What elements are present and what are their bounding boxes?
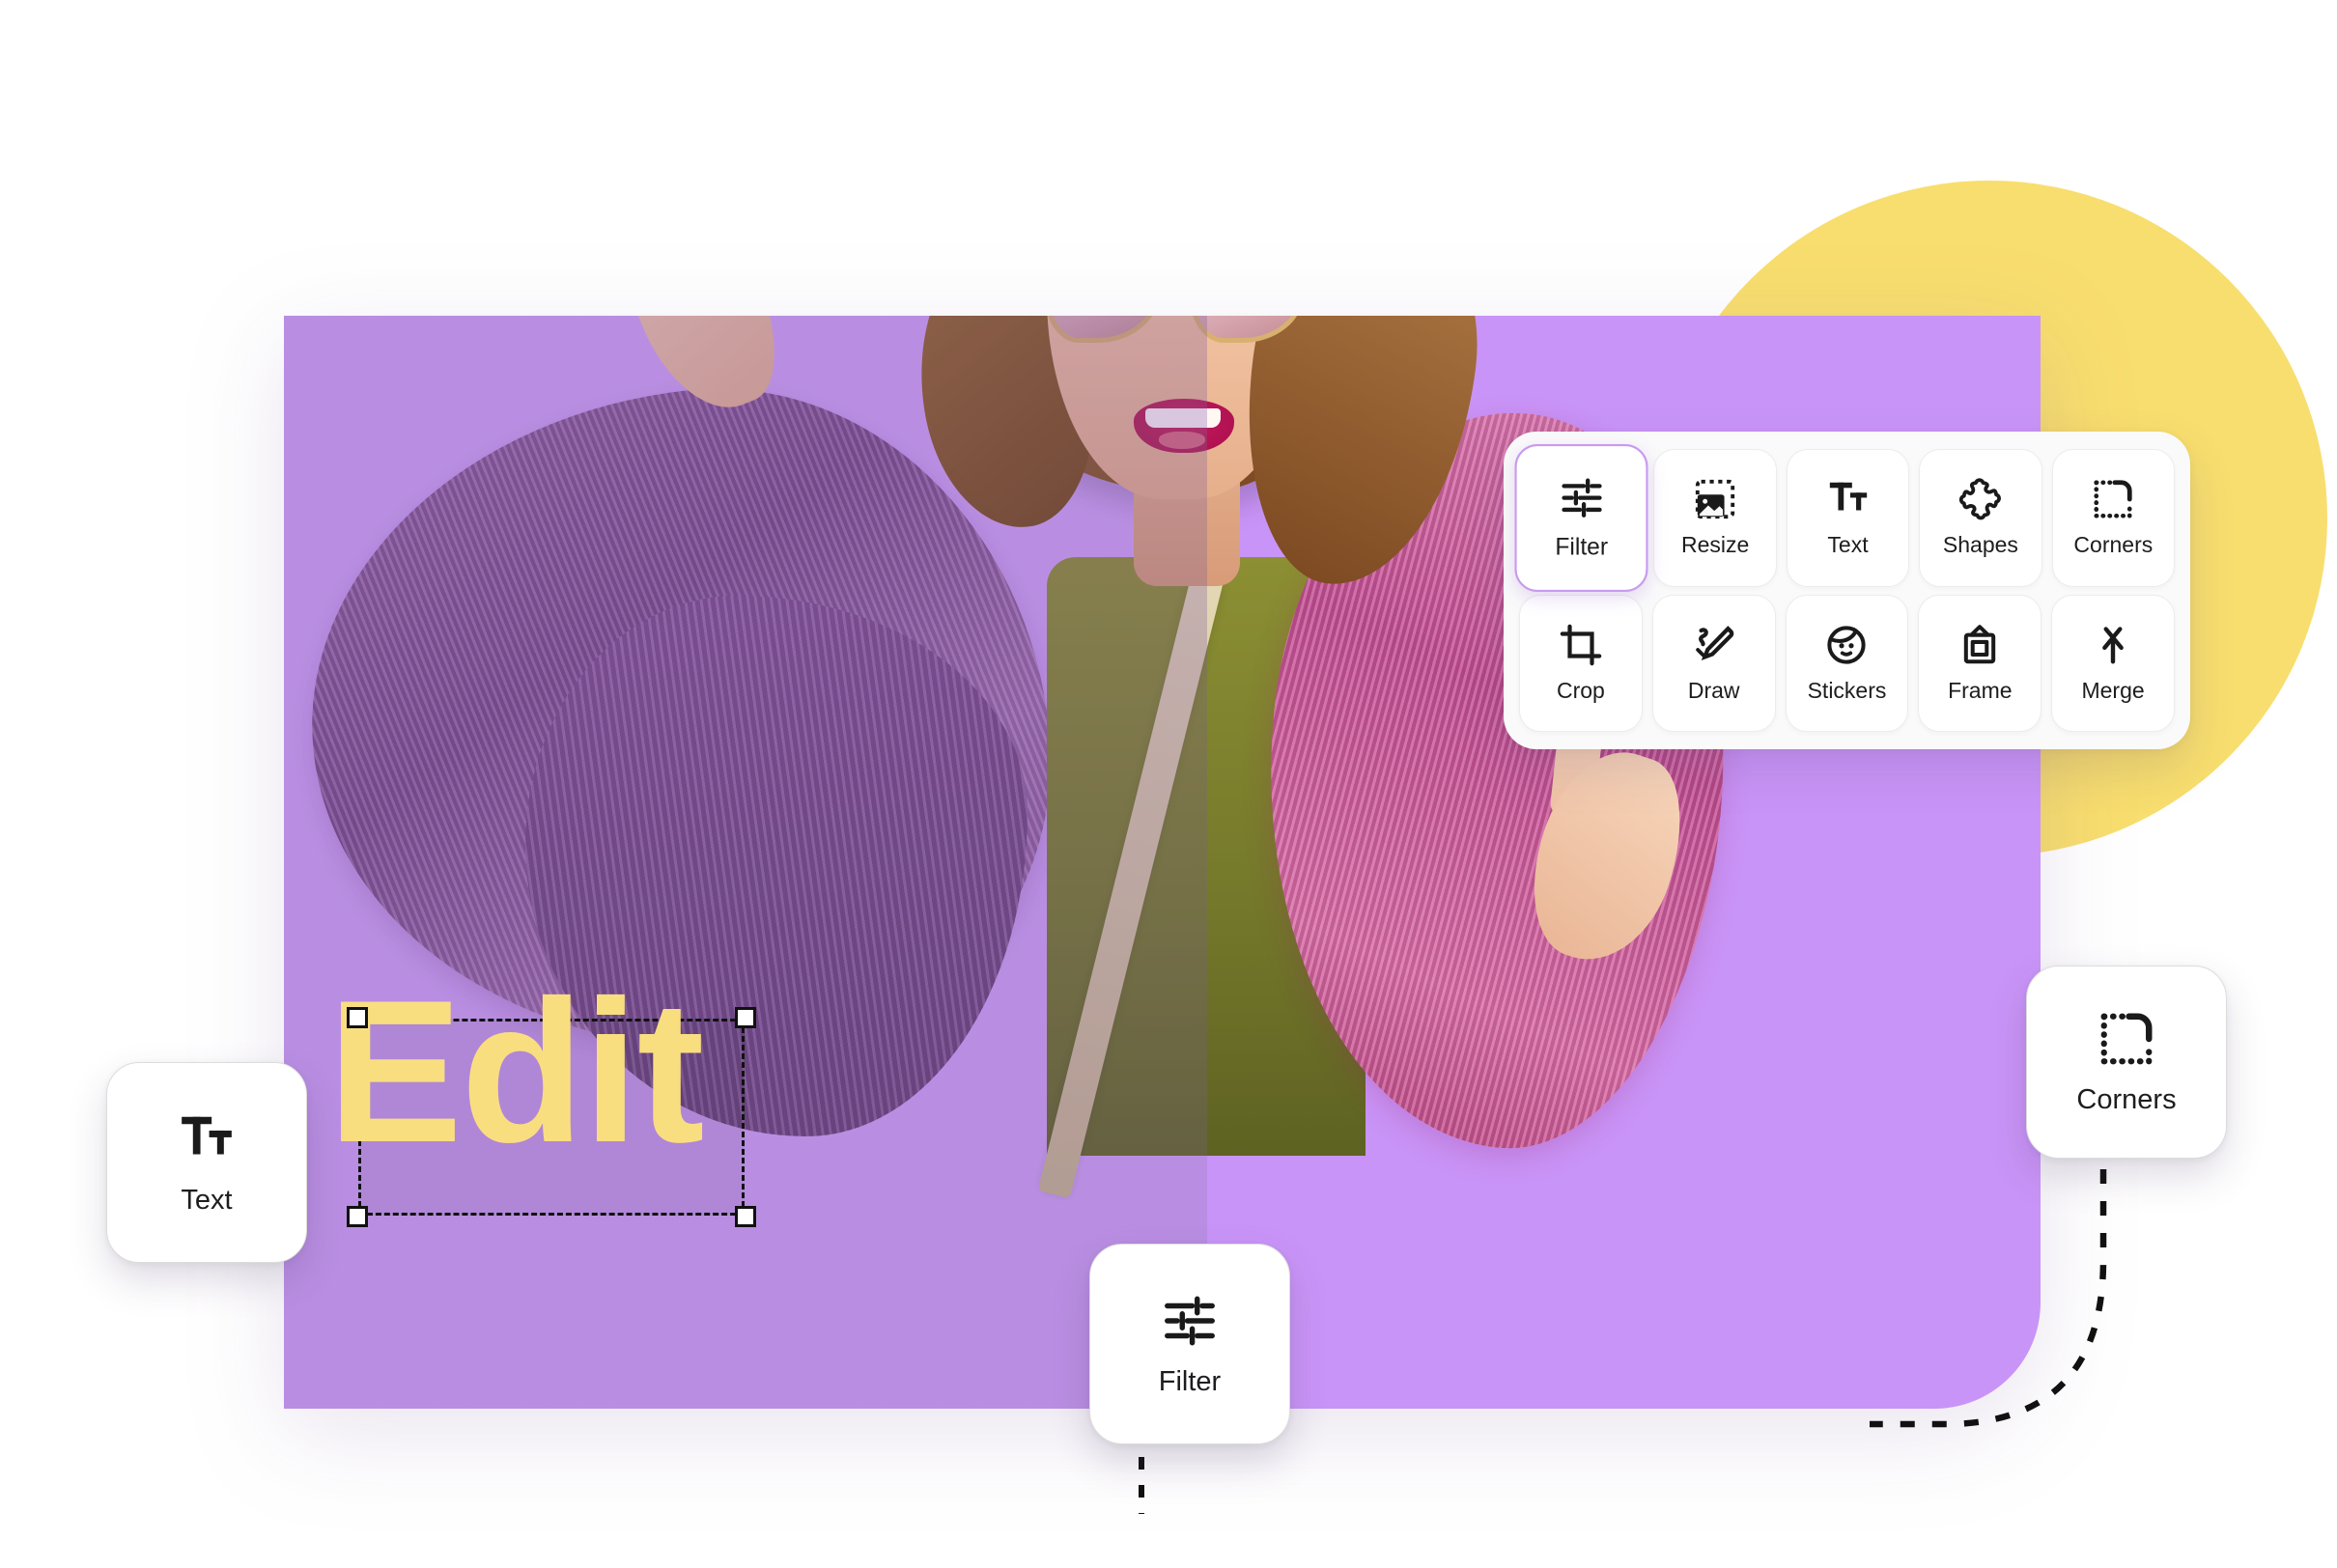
rounded-corner-icon bbox=[2094, 480, 2132, 518]
tool-label-crop: Crop bbox=[1556, 677, 1605, 703]
resize-handle-top-left[interactable] bbox=[347, 1007, 368, 1028]
tongue bbox=[1159, 432, 1205, 449]
callout-card-filter[interactable]: Filter bbox=[1089, 1244, 1290, 1444]
tool-button-merge[interactable]: Merge bbox=[2051, 594, 2175, 732]
tool-label-resize: Resize bbox=[1680, 532, 1750, 558]
tool-button-filter[interactable]: Filter bbox=[1514, 444, 1648, 592]
teeth bbox=[1145, 408, 1221, 428]
tool-label-corners: Corners bbox=[2073, 532, 2154, 558]
picture-frame-icon bbox=[1964, 624, 1996, 664]
tool-button-resize[interactable]: Resize bbox=[1653, 449, 1777, 587]
tool-label-shapes: Shapes bbox=[1942, 532, 2018, 558]
puzzle-piece-icon bbox=[1958, 478, 2001, 520]
crop-icon bbox=[1560, 624, 1602, 666]
tool-label-draw: Draw bbox=[1687, 677, 1740, 703]
edit-text-value[interactable]: Edit bbox=[327, 970, 830, 1173]
callout-label-text: Text bbox=[181, 1184, 233, 1216]
sliders-icon bbox=[1165, 1296, 1215, 1345]
callout-card-corners[interactable]: Corners bbox=[2026, 966, 2227, 1159]
tool-label-frame: Frame bbox=[1948, 677, 2013, 703]
tool-button-corners[interactable]: Corners bbox=[2051, 449, 2176, 587]
pencil-draw-icon bbox=[1695, 625, 1733, 660]
tool-label-merge: Merge bbox=[2081, 677, 2145, 703]
tool-label-text: Text bbox=[1827, 532, 1869, 558]
merge-arrow-icon bbox=[2102, 627, 2124, 664]
text-object-edit[interactable]: Edit bbox=[327, 970, 756, 1227]
resize-handle-top-right[interactable] bbox=[735, 1007, 756, 1028]
tool-label-stickers: Stickers bbox=[1807, 677, 1887, 703]
resize-handle-bottom-left[interactable] bbox=[347, 1206, 368, 1227]
editor-promo-stage: Edit Filter Resize Text Shapes Corners C… bbox=[0, 0, 2337, 1568]
tool-row-1: Filter Resize Text Shapes Corners bbox=[1514, 444, 2176, 592]
sunglass-lens-left bbox=[1045, 316, 1159, 343]
resize-image-icon bbox=[1695, 480, 1735, 519]
callout-label-filter: Filter bbox=[1158, 1365, 1222, 1397]
sunglass-lens-right bbox=[1190, 316, 1304, 343]
tool-button-draw[interactable]: Draw bbox=[1651, 594, 1776, 732]
sunglasses bbox=[1045, 316, 1317, 347]
rounded-corner-icon bbox=[2100, 1013, 2153, 1064]
resize-handle-bottom-right[interactable] bbox=[735, 1206, 756, 1227]
tool-button-text[interactable]: Text bbox=[1786, 449, 1910, 587]
callout-label-corners: Corners bbox=[2076, 1083, 2177, 1115]
tool-panel: Filter Resize Text Shapes Corners Crop D… bbox=[1504, 432, 2190, 749]
tool-button-frame[interactable]: Frame bbox=[1918, 594, 2042, 732]
tool-button-crop[interactable]: Crop bbox=[1519, 594, 1643, 732]
text-tt-icon bbox=[1829, 483, 1867, 511]
face-sticker-icon bbox=[1827, 626, 1867, 664]
text-tt-icon bbox=[182, 1116, 232, 1154]
callout-card-text[interactable]: Text bbox=[106, 1062, 307, 1263]
connector-line-filter bbox=[1139, 1429, 1144, 1514]
sliders-icon bbox=[1562, 478, 1602, 518]
tool-label-filter: Filter bbox=[1555, 533, 1609, 561]
tool-button-stickers[interactable]: Stickers bbox=[1785, 594, 1909, 732]
tool-row-2: Crop Draw Stickers Frame Merge bbox=[1519, 594, 2175, 732]
tool-button-shapes[interactable]: Shapes bbox=[1919, 449, 2042, 587]
